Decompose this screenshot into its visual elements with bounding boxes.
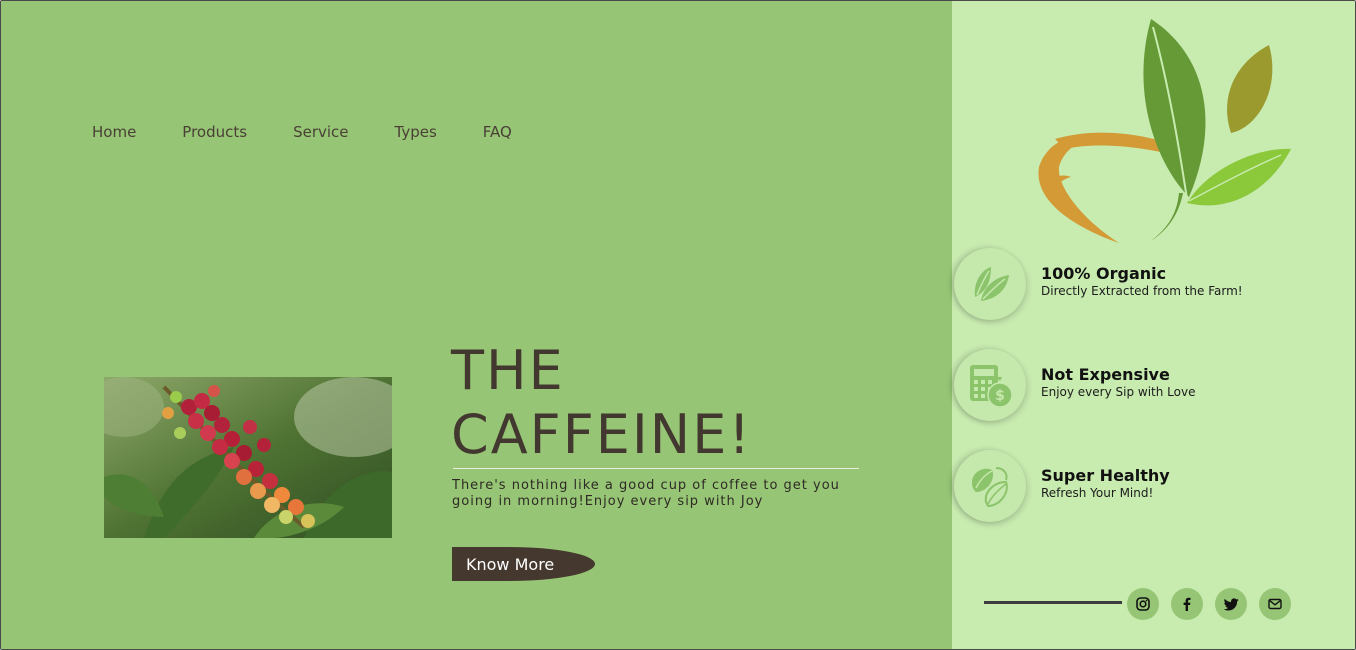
twitter-icon[interactable] <box>1215 588 1247 620</box>
hero-title-line-1: THE <box>451 339 565 402</box>
feature-healthy: Super Healthy Refresh Your Mind! <box>954 450 1354 522</box>
feature-subtitle: Directly Extracted from the Farm! <box>1041 284 1243 298</box>
social-divider <box>984 601 1122 604</box>
main-panel: Home Products Service Types FAQ THE CAFF… <box>1 1 952 649</box>
calculator-money-icon: $ <box>954 349 1026 421</box>
nav-types[interactable]: Types <box>395 123 437 141</box>
know-more-button[interactable]: Know More <box>452 547 595 581</box>
feature-subtitle: Enjoy every Sip with Love <box>1041 385 1196 399</box>
feature-organic: 100% Organic Directly Extracted from the… <box>954 248 1354 320</box>
hero-description: There's nothing like a good cup of coffe… <box>452 478 840 509</box>
tea-cup-logo <box>1019 17 1295 247</box>
mail-icon[interactable] <box>1259 588 1291 620</box>
facebook-icon[interactable] <box>1171 588 1203 620</box>
nav-faq[interactable]: FAQ <box>483 123 512 141</box>
hero-title-line-2: CAFFEINE! <box>451 403 752 466</box>
feature-price: $ Not Expensive Enjoy every Sip with Lov… <box>954 349 1354 421</box>
leaf-icon <box>954 248 1026 320</box>
nav-service[interactable]: Service <box>293 123 348 141</box>
hero-title: THE CAFFEINE! <box>451 339 871 467</box>
feature-subtitle: Refresh Your Mind! <box>1041 486 1154 500</box>
page: Home Products Service Types FAQ THE CAFF… <box>0 0 1356 650</box>
feature-title: 100% Organic <box>1041 264 1167 283</box>
feature-title: Not Expensive <box>1041 365 1170 384</box>
coffee-cherries-photo <box>104 377 392 538</box>
main-nav: Home Products Service Types FAQ <box>92 123 558 141</box>
nav-home[interactable]: Home <box>92 123 136 141</box>
nav-products[interactable]: Products <box>182 123 247 141</box>
feature-title: Super Healthy <box>1041 466 1170 485</box>
svg-text:$: $ <box>995 388 1005 404</box>
hero-divider <box>453 468 859 469</box>
instagram-icon[interactable] <box>1127 588 1159 620</box>
coffee-beans-icon <box>954 450 1026 522</box>
